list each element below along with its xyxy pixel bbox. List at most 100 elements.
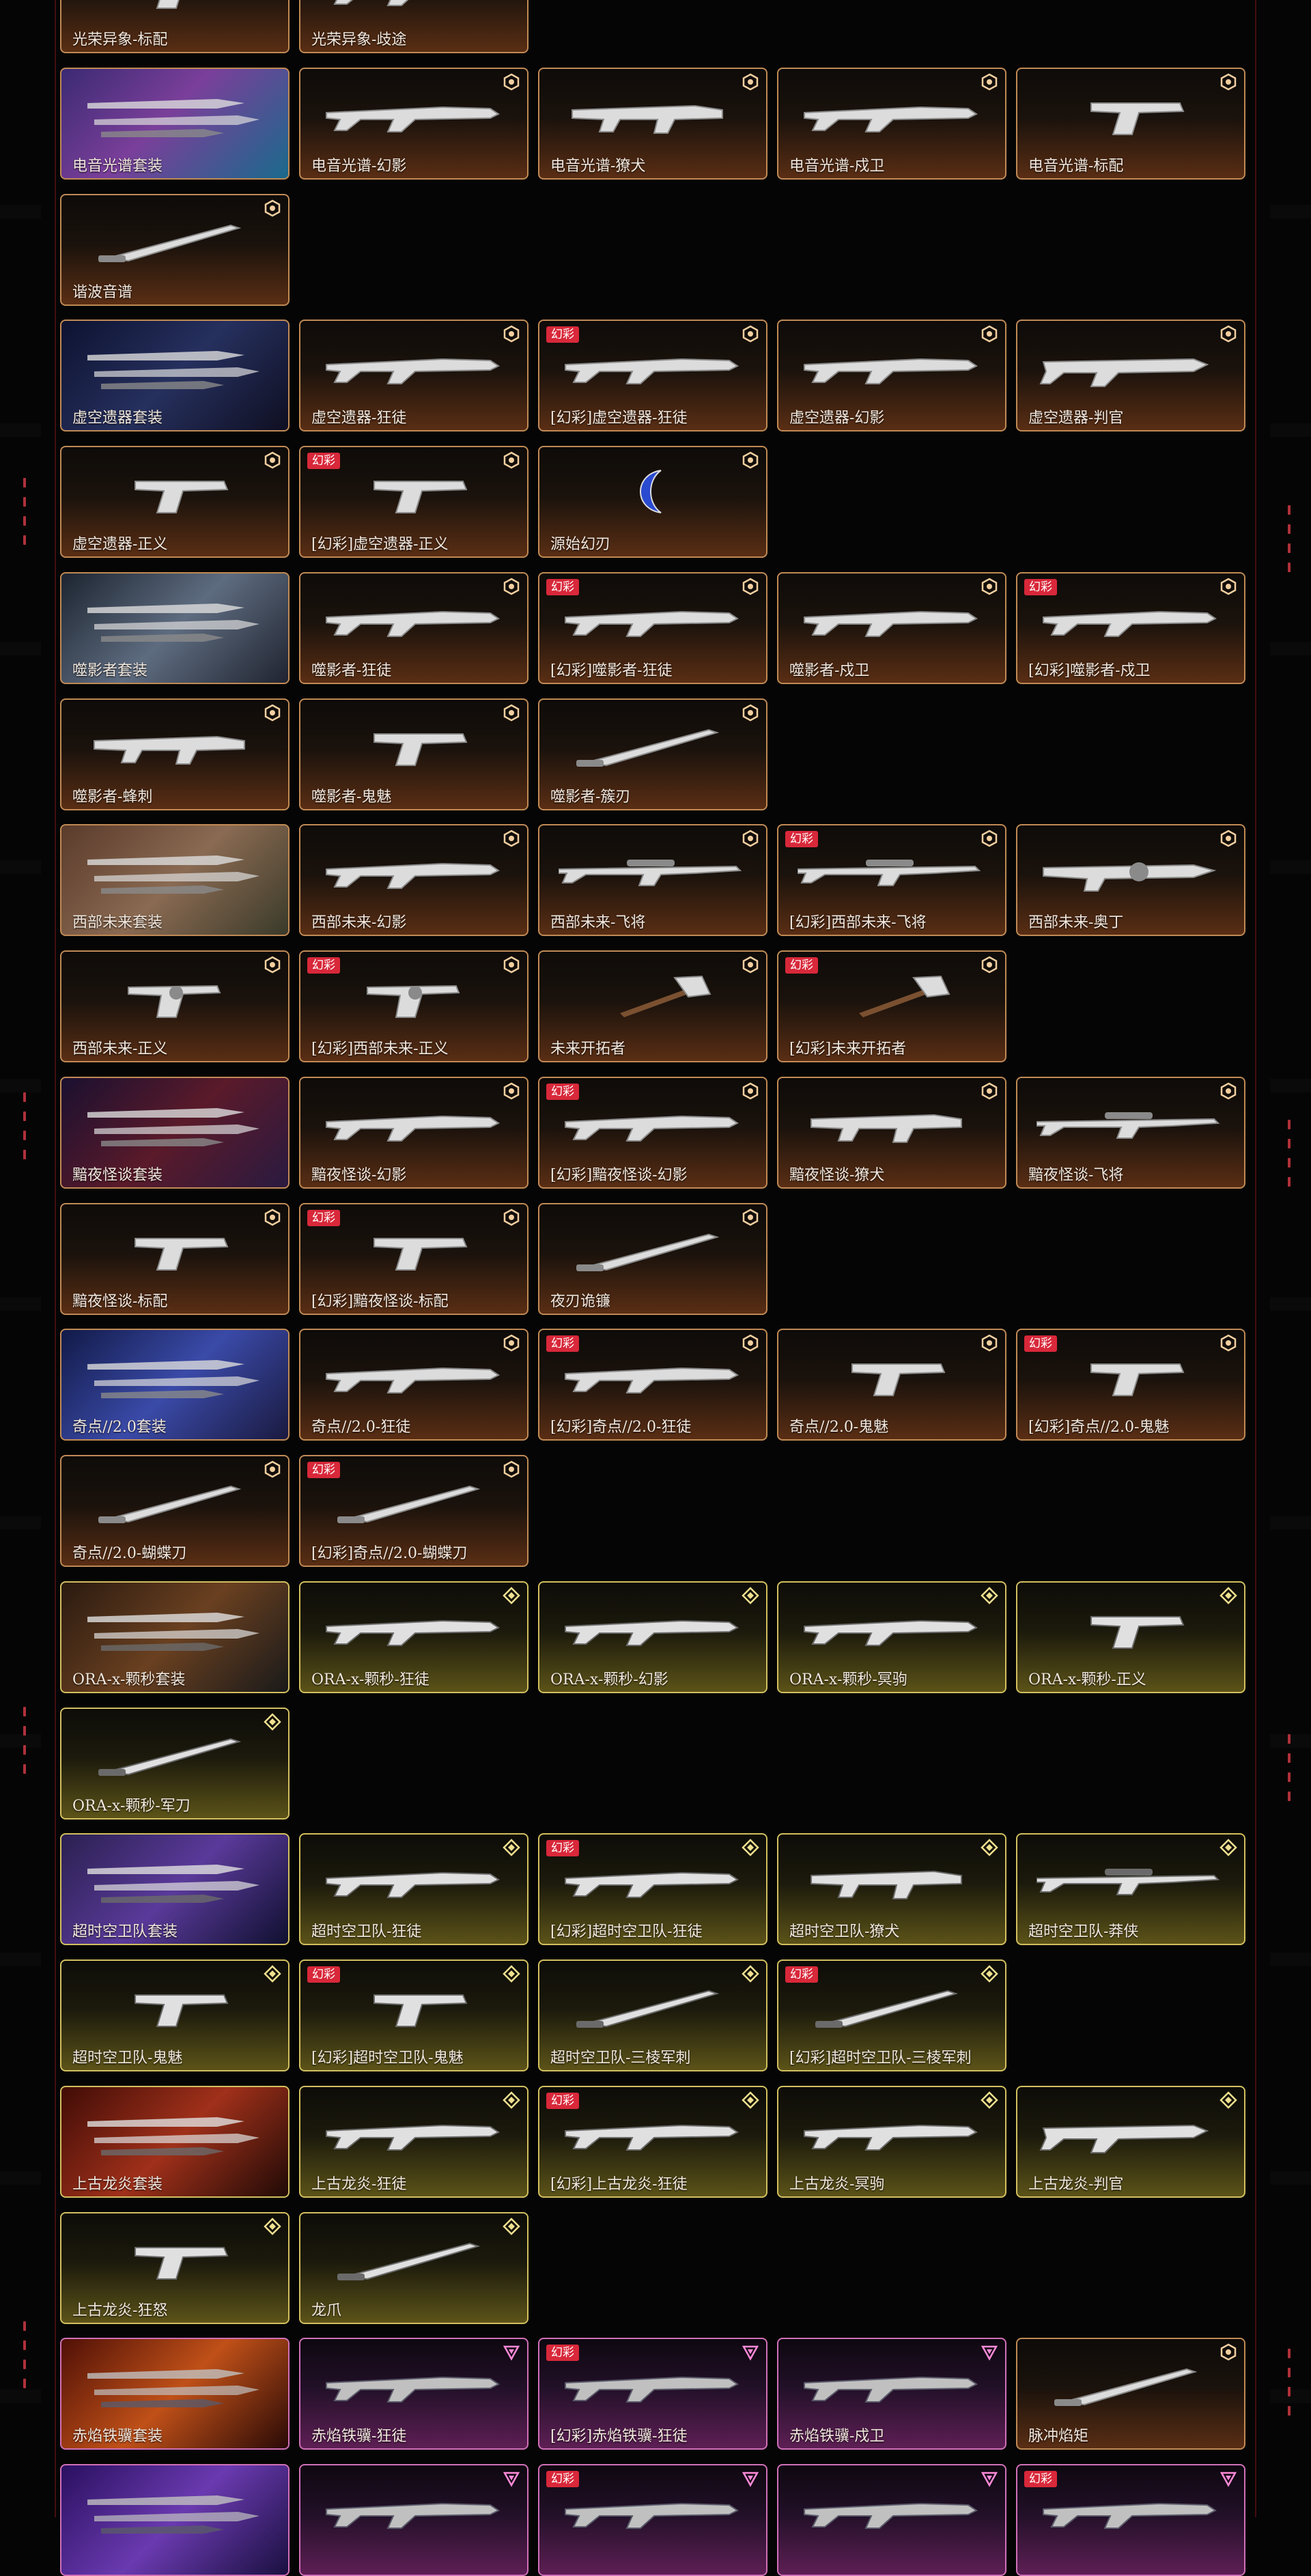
skin-card[interactable]: 西部未来-飞将 [538,824,767,937]
skin-card[interactable]: 谐波音谱 [60,193,290,306]
weapon-art [559,720,743,768]
weapon-art [320,2486,504,2534]
skin-card[interactable]: ORA-x-颗秒-军刀 [60,1707,290,1820]
skin-card[interactable]: 电音光谱-獠犬 [538,67,767,180]
skin-card[interactable]: 上古龙炎-判官 [1016,2085,1245,2198]
premium-tier-icon [1220,73,1237,91]
skin-name: 超时空卫队-獠犬 [789,1923,900,1941]
bundle-card[interactable]: ORA-x-颗秒套装 [60,1581,290,1693]
skin-card[interactable]: ORA-x-颗秒-正义 [1016,1581,1245,1693]
skin-card[interactable]: 黯夜怪谈-幻影 [299,1076,528,1189]
skin-card[interactable]: 源始幻刃 [538,446,767,558]
bundle-card[interactable]: 电音光谱套装 [60,67,290,180]
skin-card[interactable]: 奇点//2.0-蝴蝶刀 [60,1455,290,1567]
rifle-art [565,2502,739,2529]
exclusive-tier-icon [503,2091,520,2109]
skin-card[interactable]: 虚空遗器-正义 [60,446,290,558]
exclusive-tier-icon [264,1712,281,1731]
bundle-card[interactable]: 噬影者套装 [60,571,290,684]
skin-card[interactable]: 脉冲焰矩 [1016,2338,1245,2450]
bundle-card[interactable]: 虚空遗器套装 [60,320,290,432]
skin-card[interactable]: 上古龙炎-冥驹 [777,2085,1006,2198]
ultra-tier-icon [503,2472,520,2487]
skin-card[interactable]: 赤焰铁骥-狂徒 [299,2338,528,2450]
skin-card[interactable]: 幻彩 [幻彩]赤焰铁骥-狂徒 [538,2338,767,2450]
skin-card[interactable]: 西部未来-奥丁 [1016,824,1245,937]
skin-card[interactable]: 幻彩 [幻彩]虚空遗器-狂徒 [538,320,767,432]
skin-card[interactable]: 黯夜怪谈-标配 [60,1202,290,1315]
skin-card[interactable]: 幻彩 [幻彩]奇点//2.0-狂徒 [538,1329,767,1441]
bundle-card[interactable]: 奇点//2.0套装 [60,1329,290,1441]
skin-card[interactable]: 黯夜怪谈-飞将 [1016,1076,1245,1189]
skin-card[interactable]: 赤焰铁骥-戍卫 [777,2338,1006,2450]
skin-card[interactable]: 幻彩 [幻彩]未来开拓者 [777,950,1006,1062]
skin-card[interactable]: 噬影者-簇刃 [538,698,767,810]
variant-badge: 幻彩 [307,1966,340,1983]
skin-card[interactable]: 夜刃诡镰 [538,1202,767,1315]
skin-card[interactable]: 幻彩 [1016,2464,1245,2576]
skin-card[interactable]: 幻彩 [幻彩]噬影者-戍卫 [1016,571,1245,684]
weapon-art [320,720,504,768]
exclusive-tier-icon [742,1965,759,1983]
skin-card[interactable]: 幻彩 [幻彩]噬影者-狂徒 [538,571,767,684]
skin-card[interactable]: 超时空卫队-鬼魅 [60,1959,290,2071]
skin-card[interactable]: 幻彩 [幻彩]上古龙炎-狂徒 [538,2085,767,2198]
skin-card[interactable]: 上古龙炎-狂徒 [299,2085,528,2198]
skin-card[interactable] [777,2464,1006,2576]
skin-card[interactable]: 龙爪 [299,2211,528,2324]
premium-tier-icon [742,704,759,721]
skin-card[interactable]: 虚空遗器-狂徒 [299,320,528,432]
skin-card[interactable]: 幻彩 [幻彩]超时空卫队-狂徒 [538,1833,767,1946]
skin-card[interactable]: 超时空卫队-獠犬 [777,1833,1006,1946]
skin-card[interactable]: ORA-x-颗秒-冥驹 [777,1581,1006,1693]
bundle-card[interactable]: 上古龙炎套装 [60,2085,290,2198]
skin-card[interactable]: 噬影者-鬼魅 [299,698,528,810]
skin-card[interactable]: 光荣异象-标配 [60,0,290,53]
skin-card[interactable]: ORA-x-颗秒-狂徒 [299,1581,528,1693]
skin-card[interactable]: 幻彩 [幻彩]西部未来-飞将 [777,824,1006,937]
skin-card[interactable]: 超时空卫队-三棱军刺 [538,1959,767,2071]
bundle-card[interactable]: 西部未来套装 [60,824,290,937]
skin-card[interactable]: 噬影者-狂徒 [299,571,528,684]
skin-card[interactable]: 奇点//2.0-狂徒 [299,1329,528,1441]
skin-name: 上古龙炎套装 [72,2175,163,2193]
skin-card[interactable]: 电音光谱-幻影 [299,67,528,180]
exclusive-tier-icon [503,2217,520,2235]
skin-card[interactable]: 幻彩 [幻彩]黯夜怪谈-标配 [299,1202,528,1315]
skin-card[interactable]: 黯夜怪谈-獠犬 [777,1076,1006,1189]
skin-card[interactable]: 虚空遗器-幻影 [777,320,1006,432]
skin-card[interactable]: 幻彩 [幻彩]虚空遗器-正义 [299,446,528,558]
skin-card[interactable]: 电音光谱-戍卫 [777,67,1006,180]
skin-card[interactable]: 奇点//2.0-鬼魅 [777,1329,1006,1441]
smg-art [94,735,245,765]
skin-card[interactable]: ORA-x-颗秒-幻影 [538,1581,767,1693]
skin-card[interactable]: 幻彩 [幻彩]奇点//2.0-蝴蝶刀 [299,1455,528,1567]
skin-name: 噬影者-鬼魅 [311,788,392,806]
bundle-card[interactable]: 超时空卫队套装 [60,1833,290,1946]
skin-card[interactable]: 虚空遗器-判官 [1016,320,1245,432]
skin-card[interactable]: 电音光谱-标配 [1016,67,1245,180]
skin-card[interactable]: 幻彩 [幻彩]黯夜怪谈-幻影 [538,1076,767,1189]
skin-card[interactable]: 西部未来-幻影 [299,824,528,937]
bundle-card[interactable] [60,2464,290,2576]
skin-card[interactable]: 噬影者-戍卫 [777,571,1006,684]
skin-card[interactable]: 幻彩 [幻彩]超时空卫队-三棱军刺 [777,1959,1006,2071]
skin-name: 超时空卫队-三棱军刺 [550,2050,691,2067]
skin-card[interactable]: 超时空卫队-狂徒 [299,1833,528,1946]
skin-card[interactable]: 西部未来-正义 [60,950,290,1062]
skin-card[interactable]: 噬影者-蜂刺 [60,698,290,810]
skin-card[interactable]: 幻彩 [幻彩]超时空卫队-鬼魅 [299,1959,528,2071]
skin-card[interactable]: 幻彩 [幻彩]西部未来-正义 [299,950,528,1062]
skin-card[interactable]: 上古龙炎-狂怒 [60,2211,290,2324]
skin-card[interactable]: 幻彩 [538,2464,767,2576]
pistol-art [135,2246,229,2280]
skin-card[interactable]: 超时空卫队-莽侠 [1016,1833,1245,1946]
weapon-art [559,1099,743,1146]
skin-name: 噬影者-戍卫 [789,662,870,679]
bundle-card[interactable]: 黯夜怪谈套装 [60,1076,290,1189]
skin-card[interactable]: 光荣异象-歧途 [299,0,528,53]
skin-card[interactable] [299,2464,528,2576]
skin-card[interactable]: 幻彩 [幻彩]奇点//2.0-鬼魅 [1016,1329,1245,1441]
skin-card[interactable]: 未来开拓者 [538,950,767,1062]
bundle-card[interactable]: 赤焰铁骥套装 [60,2338,290,2450]
